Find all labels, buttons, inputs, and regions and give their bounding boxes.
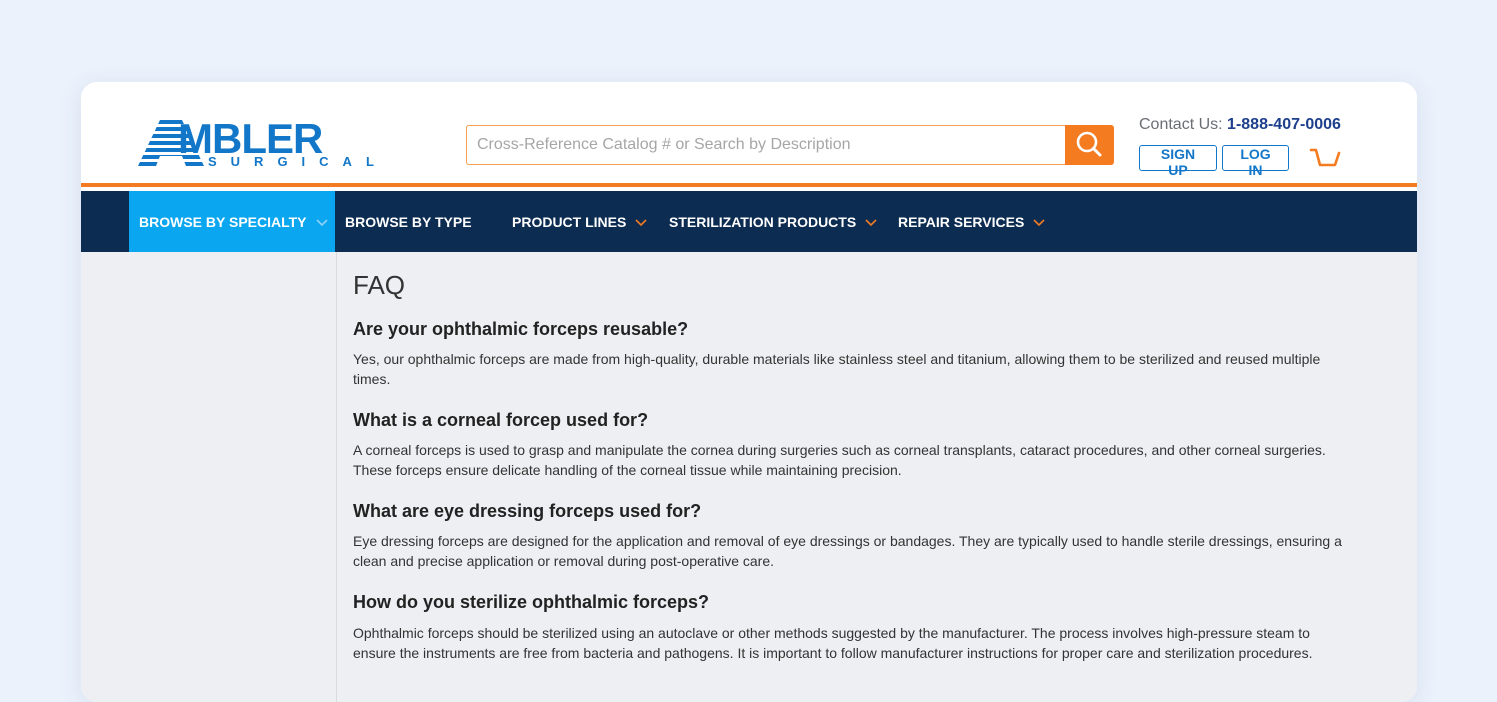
contact-info: Contact Us: 1-888-407-0006 (1139, 116, 1341, 134)
sign-up-button[interactable]: SIGN UP (1139, 145, 1217, 178)
chevron-down-icon (315, 218, 328, 226)
contact-phone-link[interactable]: 1-888-407-0006 (1227, 116, 1341, 133)
search-icon (1076, 131, 1102, 157)
faq-answer: Ophthalmic forceps should be sterilized … (353, 625, 1313, 661)
nav-repair-services[interactable]: REPAIR SERVICES (898, 191, 1046, 252)
search-button[interactable] (1065, 125, 1114, 165)
page-title: FAQ (353, 270, 406, 300)
faq-answer: Yes, our ophthalmic forceps are made fro… (353, 351, 1321, 387)
faq-section: FAQ Are your ophthalmic forceps reusable… (337, 252, 1417, 702)
search-bar (466, 125, 1114, 165)
contact-label: Contact Us: (1139, 116, 1223, 133)
faq-answer: Eye dressing forceps are designed for th… (353, 533, 1342, 569)
nav-item-label: BROWSE BY TYPE (345, 213, 472, 230)
nav-product-lines[interactable]: PRODUCT LINES (512, 191, 648, 252)
faq-question: How do you sterilize ophthalmic forceps? (353, 592, 710, 612)
nav-item-label: REPAIR SERVICES (898, 213, 1025, 230)
sidebar (81, 252, 337, 702)
faq-question: Are your ophthalmic forceps reusable? (353, 319, 689, 339)
nav-sterilization-products[interactable]: STERILIZATION PRODUCTS (669, 191, 878, 252)
main-navigation: BROWSE BY SPECIALTY BROWSE BY TYPE PRODU… (81, 191, 1417, 252)
faq-question: What are eye dressing forceps used for? (353, 501, 702, 521)
nav-item-label: PRODUCT LINES (512, 213, 627, 230)
chevron-down-icon (1033, 218, 1045, 226)
cart-icon (1309, 148, 1341, 167)
chevron-down-icon (865, 218, 877, 226)
nav-browse-by-specialty[interactable]: BROWSE BY SPECIALTY (129, 191, 335, 252)
faq-answer: A corneal forceps is used to grasp and m… (353, 442, 1326, 478)
nav-item-label: STERILIZATION PRODUCTS (669, 213, 857, 230)
faq-question: What is a corneal forcep used for? (353, 410, 649, 430)
log-in-button[interactable]: LOG IN (1222, 145, 1289, 178)
nav-browse-by-type[interactable]: BROWSE BY TYPE (345, 191, 472, 252)
ambler-surgical-logo[interactable]: MBLER SURGICAL (138, 118, 374, 172)
page-card: MBLER SURGICAL Contact Us: 1-888-407-000… (81, 82, 1417, 702)
site-header: MBLER SURGICAL Contact Us: 1-888-407-000… (81, 82, 1417, 187)
cart-button[interactable] (1309, 146, 1341, 172)
chevron-down-icon (635, 218, 647, 226)
logo-subtitle: SURGICAL (208, 154, 388, 169)
nav-item-label: BROWSE BY SPECIALTY (139, 213, 307, 230)
search-input[interactable] (466, 125, 1066, 165)
